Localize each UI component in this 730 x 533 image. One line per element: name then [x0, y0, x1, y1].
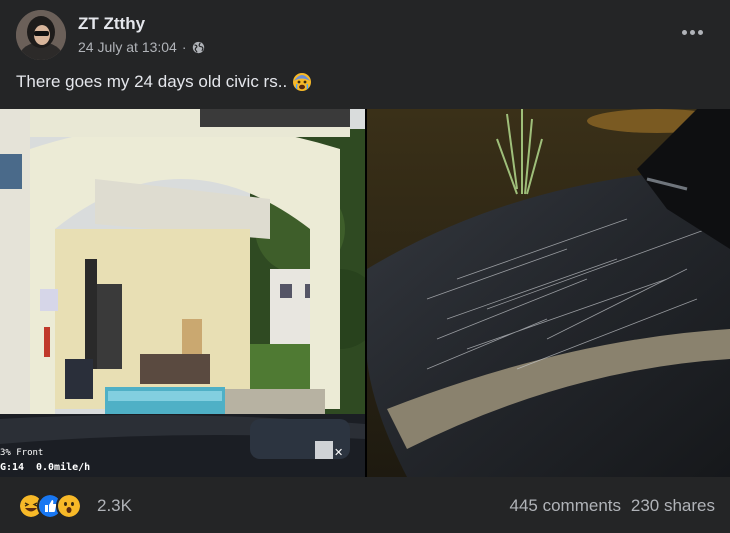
facebook-post: ZT Ztthy 24 July at 13:04 · There goes m… [0, 0, 730, 533]
post-footer: 2.3K 445 comments 230 shares [0, 477, 730, 533]
post-timestamp[interactable]: 24 July at 13:04 [78, 39, 177, 55]
reaction-count[interactable]: 2.3K [97, 496, 132, 516]
shares-count[interactable]: 230 shares [631, 496, 715, 516]
post-caption: There goes my 24 days old civic rs.. [16, 72, 312, 92]
dashcam-label-front: 3% Front [0, 448, 44, 458]
post-media: ✕ 3% Front G:14 0.0mile/h [0, 109, 730, 477]
author-name[interactable]: ZT Ztthy [78, 14, 145, 34]
meta-separator: · [181, 39, 187, 55]
comments-count[interactable]: 445 comments [510, 496, 622, 516]
dot-icon [689, 29, 695, 35]
post-header: ZT Ztthy 24 July at 13:04 · [0, 0, 730, 66]
globe-icon[interactable] [192, 41, 205, 54]
more-options-button[interactable] [672, 16, 712, 48]
dashcam-label-time: G:14 [0, 462, 25, 473]
caption-text: There goes my 24 days old civic rs.. [16, 72, 288, 91]
reaction-icons[interactable] [18, 493, 90, 519]
avatar-image [16, 10, 66, 60]
dot-icon [681, 29, 687, 35]
author-avatar[interactable] [16, 10, 66, 60]
fearful-crying-face-emoji [293, 73, 312, 91]
dot-icon [697, 29, 703, 35]
dashcam-label-speed: 0.0mile/h [36, 462, 91, 473]
wow-reaction-icon [56, 493, 82, 519]
dashcam-image: ✕ [0, 109, 365, 477]
scratched-car-photo[interactable] [367, 109, 730, 477]
svg-text:✕: ✕ [334, 446, 343, 459]
scratched-car-image [367, 109, 730, 477]
dashcam-photo[interactable]: ✕ 3% Front G:14 0.0mile/h [0, 109, 365, 477]
post-meta: 24 July at 13:04 · [78, 39, 205, 55]
